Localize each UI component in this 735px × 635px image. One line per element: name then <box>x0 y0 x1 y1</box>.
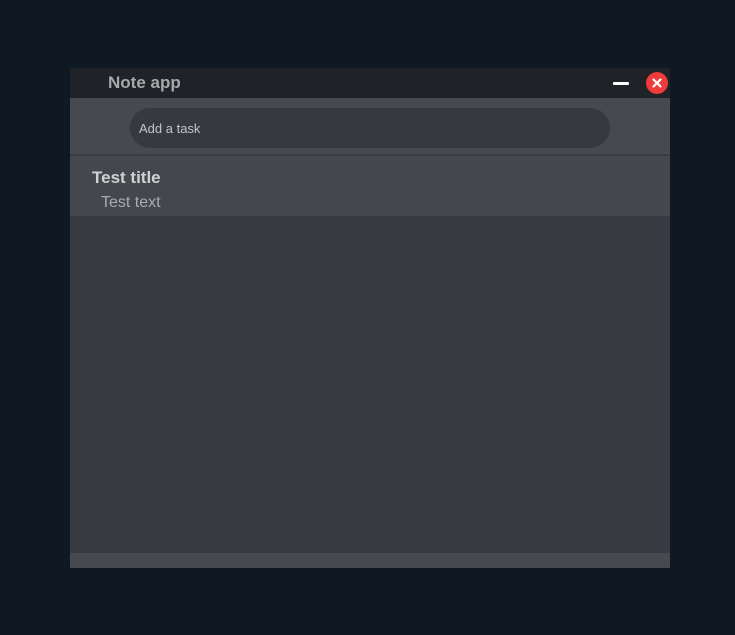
task-input-area <box>70 98 670 156</box>
minimize-button[interactable] <box>610 74 632 92</box>
note-item[interactable]: Test title Test text <box>70 156 670 216</box>
note-app-window: Note app Test title Test text <box>70 68 670 568</box>
note-text: Test text <box>101 194 161 211</box>
minimize-icon <box>613 82 629 85</box>
title-bar[interactable]: Note app <box>70 68 670 98</box>
bottom-bar <box>70 553 670 568</box>
app-title: Note app <box>108 73 181 92</box>
note-title: Test title <box>92 168 161 187</box>
close-icon <box>652 78 662 88</box>
close-button[interactable] <box>646 72 668 94</box>
add-task-input[interactable] <box>130 108 610 148</box>
note-list: Test title Test text <box>70 156 670 216</box>
